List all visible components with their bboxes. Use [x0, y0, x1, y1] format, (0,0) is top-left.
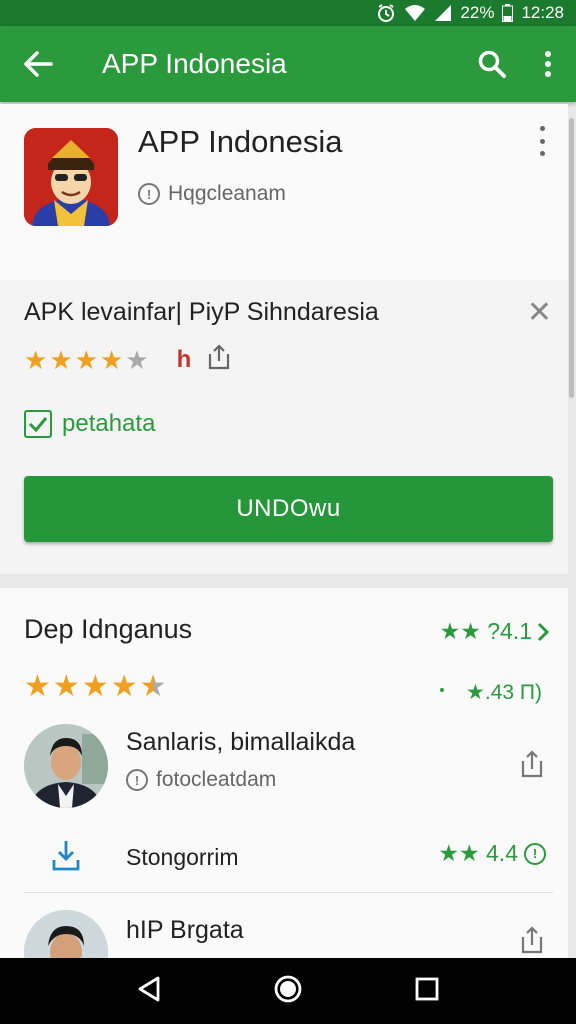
star-icon: ★ [110, 670, 138, 703]
battery-icon [502, 4, 514, 22]
install-button[interactable]: UNDOwu [24, 476, 553, 542]
more-vert-icon [539, 126, 545, 131]
system-nav-bar [0, 958, 576, 1024]
avatar [24, 724, 108, 808]
star-icon: ★ [81, 670, 109, 703]
list-item-rating: ★★ 4.4 [438, 840, 518, 866]
info-icon[interactable]: ! [524, 842, 546, 865]
overflow-menu-button[interactable] [520, 26, 576, 102]
more-vert-icon [545, 51, 551, 77]
scrollbar[interactable] [569, 118, 574, 398]
chevron-right-icon [537, 622, 550, 641]
install-promo: APK levainfar| PiyP Sihndaresia ✕ ★ ★ ★ … [0, 280, 568, 574]
card-menu-button[interactable] [530, 126, 554, 156]
app-developer-row: ! Hqgcleanam [138, 182, 286, 206]
download-button[interactable] [50, 838, 82, 877]
app-bar: APP Indonesia [0, 26, 576, 102]
alarm-icon [378, 4, 395, 22]
promo-title: APK levainfar| PiyP Sihndaresia [24, 298, 379, 326]
separator-dot [440, 688, 444, 692]
checkbox-label: petahata [62, 410, 156, 437]
list-item-rating-row: ★★ 4.4 ! [438, 840, 546, 867]
star-icon: ★ [24, 344, 48, 375]
list-item-subtitle: fotocleatdam [156, 768, 277, 791]
status-bar: 22% 12:28 [0, 0, 576, 26]
promo-rating: ★ ★ ★ ★ ★ h [24, 344, 231, 375]
clock: 12:28 [521, 3, 564, 22]
circle-home-icon [274, 975, 302, 1002]
app-details-card: APP Indonesia ! Hqgcleanam APK levainfar… [0, 104, 568, 574]
share-icon [209, 344, 230, 370]
reviews-card: Dep Idnganus ★★ ?4.1 ★ ★ ★ ★ ★ ★.43 П) S… [0, 588, 568, 994]
back-button[interactable] [0, 26, 76, 102]
promo-checkbox-row[interactable]: petahata [24, 410, 155, 438]
section-title: Dep Idnganus [24, 614, 193, 644]
battery-percent: 22% [460, 3, 495, 22]
checkmark-icon [28, 417, 48, 433]
share-button[interactable] [520, 926, 544, 959]
share-button[interactable] [520, 750, 544, 783]
star-icon: ★ [52, 670, 80, 703]
star-half-icon: ★ [139, 670, 167, 703]
section-rating-link[interactable]: ★★ ?4.1 [440, 618, 550, 645]
divider [24, 892, 553, 893]
download-icon [52, 841, 80, 871]
share-button[interactable] [207, 344, 231, 375]
info-icon: ! [126, 769, 148, 791]
star-icon: ★ [74, 344, 98, 375]
share-icon [521, 750, 543, 778]
close-icon: ✕ [526, 296, 552, 329]
promo-badge: h [176, 345, 192, 373]
nav-back-button[interactable] [136, 975, 162, 1008]
star-icon: ★ [24, 670, 51, 703]
app-icon[interactable] [24, 128, 118, 226]
app-icon-illustration [24, 128, 118, 226]
search-icon [478, 50, 506, 78]
info-icon: ! [138, 183, 160, 205]
square-recents-icon [415, 977, 439, 1000]
search-button[interactable] [464, 26, 520, 102]
list-item-title: hIP Brgata [126, 916, 244, 944]
list-item-subtitle-row: ! fotocleatdam [126, 768, 276, 792]
triangle-back-icon [138, 976, 160, 1001]
checkbox[interactable] [24, 410, 52, 438]
nav-recents-button[interactable] [414, 976, 440, 1007]
list-item[interactable]: Stongorrim ★★ 4.4 ! [0, 834, 568, 890]
arrow-left-icon [24, 51, 53, 77]
app-developer: Hqgcleanam [168, 182, 286, 205]
app-name: APP Indonesia [138, 124, 343, 159]
star-icon: ★ [49, 344, 73, 375]
section-rating: ★★ ?4.1 [439, 618, 532, 644]
share-icon [521, 926, 543, 954]
nav-home-button[interactable] [273, 974, 303, 1009]
section-stars: ★ ★ ★ ★ ★ [24, 672, 167, 702]
list-item-title: Sanlaris, bimallaikda [126, 728, 356, 756]
signal-icon [435, 5, 452, 21]
list-item[interactable]: Sanlaris, bimallaikda ! fotocleatdam [0, 724, 568, 810]
app-bar-title: APP Indonesia [102, 48, 287, 79]
wifi-icon [405, 5, 426, 21]
list-item-title: Stongorrim [126, 844, 239, 870]
star-empty-icon: ★ [125, 344, 149, 375]
star-icon: ★ [99, 344, 124, 375]
section-count: ★.43 П) [466, 681, 542, 704]
close-button[interactable]: ✕ [527, 298, 552, 328]
